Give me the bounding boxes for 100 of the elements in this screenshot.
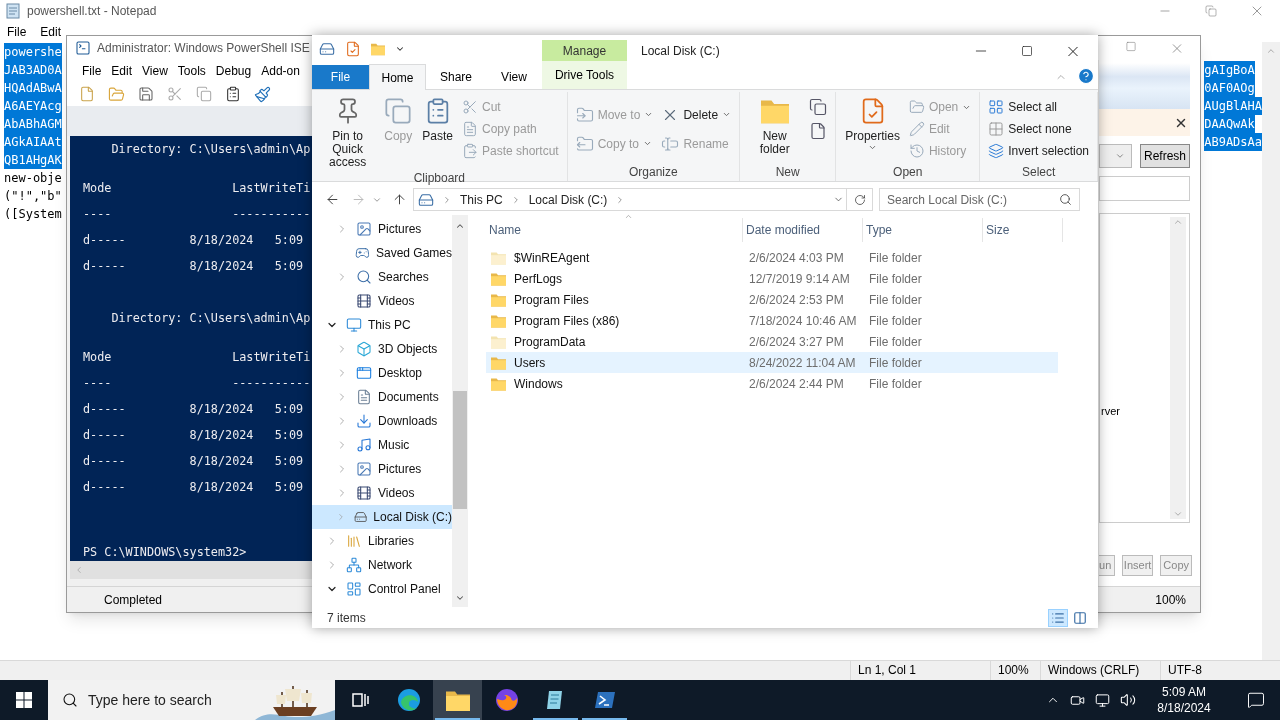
group-label: Clipboard	[412, 170, 467, 187]
window-title: Administrator: Windows PowerShell ISE	[97, 40, 310, 57]
ribbon-button[interactable]: Select all	[988, 96, 1089, 118]
file-row[interactable]: Windows 2/6/2024 2:44 PM File folder	[486, 373, 1058, 394]
nav-item[interactable]: Pictures	[312, 217, 452, 241]
search-icon	[1059, 193, 1072, 206]
column-header[interactable]: Name	[486, 218, 743, 242]
column-header[interactable]: Type	[863, 218, 983, 242]
save-icon[interactable]	[138, 86, 154, 102]
clock[interactable]: 5:09 AM 8/18/2024	[1146, 684, 1222, 716]
details-view-button[interactable]	[1048, 608, 1068, 627]
scroll-down-icon[interactable]	[1173, 509, 1183, 519]
menu-item[interactable]: View	[142, 62, 168, 80]
nav-item[interactable]: Libraries	[312, 529, 452, 553]
file-type: File folder	[868, 291, 923, 309]
ribbon-tab[interactable]: View	[486, 65, 542, 89]
path-icon	[461, 121, 478, 137]
taskbar-app-button[interactable]	[433, 680, 482, 720]
ribbon-button[interactable]: Paste	[421, 92, 454, 169]
file-row[interactable]: Users 8/24/2022 11:04 AM File folder	[486, 352, 1058, 373]
nav-item[interactable]: Control Panel	[312, 577, 452, 601]
nav-item[interactable]: 3D Objects	[312, 337, 452, 361]
fox-browser-icon	[494, 688, 519, 712]
nav-item[interactable]: This PC	[312, 313, 452, 337]
ribbon-button[interactable]: New folder	[748, 92, 802, 163]
nav-item[interactable]: Saved Games	[312, 241, 452, 265]
brush-icon[interactable]	[254, 85, 271, 103]
dropdown-field[interactable]	[1099, 144, 1132, 168]
back-icon[interactable]	[325, 192, 340, 207]
taskbar-search-field[interactable]: Type here to search	[48, 680, 335, 720]
menu-item[interactable]: File	[82, 62, 102, 80]
file-date: 8/24/2022 11:04 AM	[748, 354, 857, 372]
tiles-icon	[1073, 610, 1087, 625]
menu-item[interactable]: Debug	[215, 62, 252, 80]
ribbon-button[interactable]: Pin to Quick access	[320, 92, 376, 169]
nav-item[interactable]: Documents	[312, 385, 452, 409]
nav-item[interactable]: Videos	[312, 481, 452, 505]
network-icon	[346, 557, 362, 573]
search-field[interactable]: Search Local Disk (C:)	[879, 188, 1080, 211]
nav-item[interactable]: Network	[312, 553, 452, 577]
column-header[interactable]: Date modified	[743, 218, 863, 242]
breadcrumb-item[interactable]: Local Disk (C:)	[528, 190, 608, 209]
open-folder-icon[interactable]	[108, 85, 125, 103]
nav-item[interactable]: Downloads	[312, 409, 452, 433]
nav-item[interactable]: Local Disk (C:)	[312, 505, 452, 529]
refresh-button[interactable]: Refresh	[1139, 144, 1190, 168]
menu-item[interactable]: File	[7, 23, 27, 41]
breadcrumb-item[interactable]: This PC	[460, 190, 503, 209]
file-type: File folder	[868, 270, 923, 288]
text-line: new-obje	[4, 170, 62, 187]
ribbon-tab[interactable]: Share	[426, 65, 486, 89]
address-bar[interactable]: This PC Local Disk (C:)	[413, 188, 847, 211]
nav-item[interactable]: Pictures	[312, 457, 452, 481]
ribbon-button[interactable]: Invert selection	[988, 140, 1089, 162]
ribbon-button[interactable]: Properties	[844, 92, 901, 163]
console-line: PS C:\WINDOWS\system32>	[83, 545, 247, 559]
nav-item[interactable]: Searches	[312, 265, 452, 289]
menu-item[interactable]: Tools	[177, 62, 206, 80]
ribbon-button[interactable]: Delete	[661, 100, 732, 129]
scroll-left-icon[interactable]	[74, 565, 84, 575]
file-row[interactable]: PerfLogs 12/7/2019 9:14 AM File folder	[486, 268, 1058, 289]
forward-icon[interactable]	[351, 192, 366, 207]
select-all-icon	[988, 99, 1005, 115]
separator-icon	[442, 194, 452, 205]
nav-item[interactable]: Desktop	[312, 361, 452, 385]
column-header[interactable]: Size	[983, 218, 1063, 242]
ribbon-tab[interactable]: Home	[369, 64, 426, 90]
file-type: File folder	[868, 249, 923, 267]
text-line: ([System	[4, 206, 62, 223]
menu-item[interactable]: Add-on	[261, 62, 300, 80]
ribbon-button[interactable]: Select none	[988, 118, 1089, 140]
volume-icon[interactable]	[1120, 692, 1136, 708]
scroll-down-icon[interactable]	[455, 593, 465, 603]
ribbon-tab[interactable]: File	[312, 65, 369, 89]
help-icon[interactable]	[1077, 67, 1095, 85]
cut-icon[interactable]	[167, 86, 183, 102]
nav-item[interactable]: Videos	[312, 289, 452, 313]
paste-icon[interactable]	[225, 86, 241, 102]
file-row[interactable]: ProgramData 2/6/2024 3:27 PM File folder	[486, 331, 1058, 352]
copy-icon[interactable]	[196, 86, 212, 102]
move-icon	[575, 105, 594, 124]
network-icon[interactable]	[1095, 692, 1110, 708]
properties-icon[interactable]	[345, 40, 361, 57]
nav-item[interactable]: Music	[312, 433, 452, 457]
scroll-up-icon[interactable]	[455, 221, 465, 231]
scroll-thumb[interactable]	[453, 391, 467, 509]
notification-icon[interactable]	[1247, 691, 1265, 709]
input-field[interactable]	[1099, 176, 1190, 201]
new-file-icon[interactable]	[79, 86, 95, 102]
refresh-icon[interactable]	[853, 193, 866, 206]
menu-item[interactable]: Edit	[111, 62, 133, 80]
paste-shortcut-icon	[461, 143, 478, 159]
menu-item[interactable]: Edit	[40, 23, 62, 41]
file-row[interactable]: $WinREAgent 2/6/2024 4:03 PM File folder	[486, 247, 1058, 268]
group-label: New	[774, 164, 801, 181]
console-line: d----- 8/18/2024 5:09	[83, 479, 304, 496]
up-icon[interactable]	[392, 192, 407, 207]
file-row[interactable]: Program Files (x86) 7/18/2024 10:46 AM File folder	[486, 310, 1058, 331]
file-row[interactable]: Program Files 2/6/2024 2:53 PM File folder	[486, 289, 1058, 310]
ribbon-tab[interactable]: Drive Tools	[542, 61, 627, 89]
